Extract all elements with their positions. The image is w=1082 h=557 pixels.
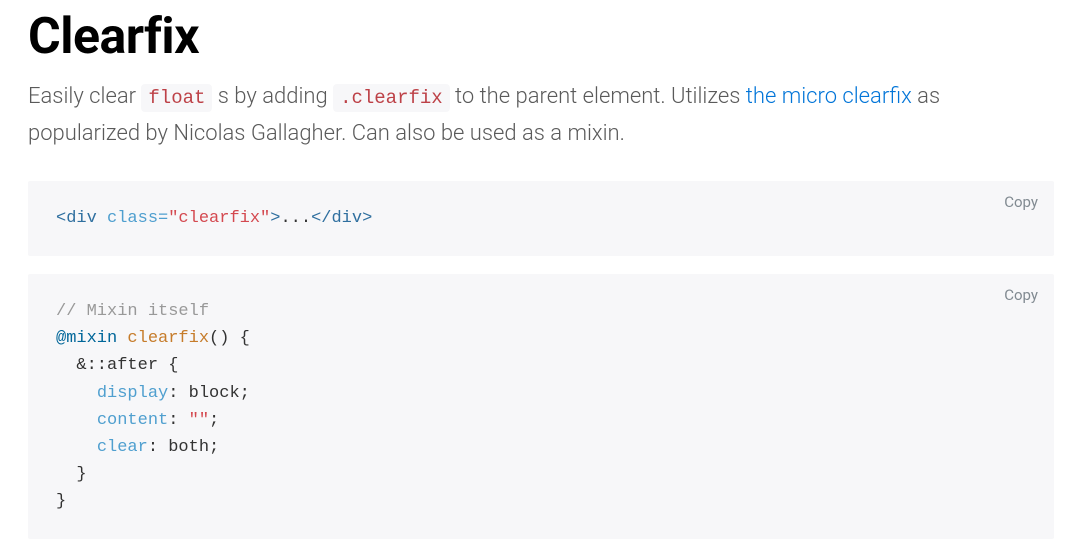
code-token: clear — [97, 438, 148, 457]
code-token: // Mixin itself — [56, 302, 209, 321]
code-token: "" — [189, 411, 209, 430]
code-block-html: Copy <div class="clearfix">...</div> — [28, 181, 1054, 256]
code-content: <div class="clearfix">...</div> — [56, 205, 1026, 232]
code-token: : both; — [148, 438, 219, 457]
code-token: : — [168, 411, 188, 430]
lead-text: s by adding — [212, 84, 333, 109]
code-token: display — [97, 384, 168, 403]
code-token: } — [56, 465, 87, 484]
code-content: // Mixin itself @mixin clearfix() { &::a… — [56, 298, 1026, 516]
code-token: @mixin — [56, 329, 117, 348]
code-token: () — [209, 329, 229, 348]
lead-paragraph: Easily clear float s by adding .clearfix… — [28, 78, 1054, 153]
code-token: &::after { — [56, 356, 178, 375]
code-token: </div> — [311, 209, 372, 228]
code-token: > — [270, 209, 280, 228]
code-token: content — [97, 411, 168, 430]
code-token: <div — [56, 209, 97, 228]
code-token: : block; — [168, 384, 250, 403]
lead-text: Easily clear — [28, 84, 141, 109]
code-token: "clearfix" — [168, 209, 270, 228]
code-token: class= — [107, 209, 168, 228]
copy-button[interactable]: Copy — [1004, 286, 1038, 304]
code-token: ; — [209, 411, 219, 430]
page-title: Clearfix — [28, 8, 1054, 66]
code-token: } — [56, 492, 66, 511]
code-token: ... — [280, 209, 311, 228]
inline-code-clearfix: .clearfix — [333, 84, 450, 112]
inline-code-float: float — [141, 84, 212, 112]
lead-text: to the parent element. Utilizes — [450, 84, 746, 109]
code-token: { — [229, 329, 249, 348]
micro-clearfix-link[interactable]: the micro clearfix — [746, 84, 912, 109]
code-token: clearfix — [127, 329, 209, 348]
copy-button[interactable]: Copy — [1004, 193, 1038, 211]
code-block-scss: Copy // Mixin itself @mixin clearfix() {… — [28, 274, 1054, 540]
